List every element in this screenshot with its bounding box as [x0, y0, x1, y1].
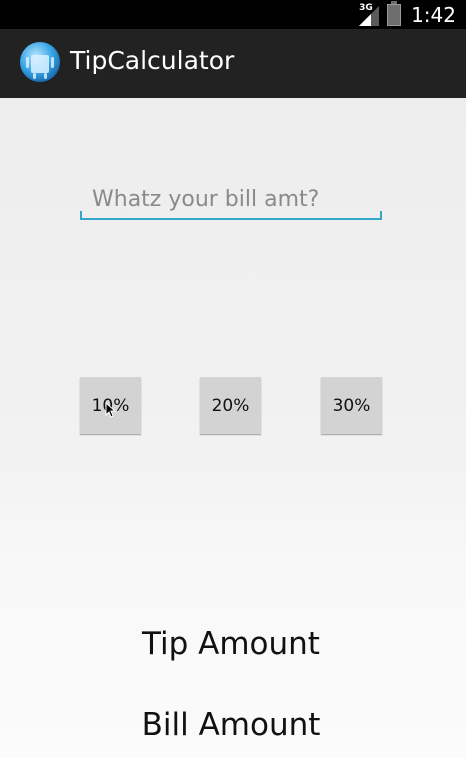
input-edge-right: [380, 211, 382, 220]
bill-amount-label: Bill Amount: [141, 707, 321, 743]
action-bar: TipCalculator: [0, 29, 466, 98]
signal-icon: 3G: [357, 2, 381, 26]
tip-amount-label: Tip Amount: [142, 626, 320, 662]
android-app-icon[interactable]: [18, 40, 62, 84]
main-content: 10% 20% 30% Tip Amount Bill Amount: [0, 98, 466, 758]
battery-icon: [387, 0, 402, 26]
status-bar: 3G 1:42: [0, 0, 466, 29]
mouse-cursor-icon: [105, 402, 117, 418]
app-title: TipCalculator: [70, 46, 235, 75]
status-icons: 3G 1:42: [357, 0, 456, 29]
tip-30-button[interactable]: 30%: [321, 377, 382, 434]
status-clock: 1:42: [411, 2, 456, 27]
tip-20-button[interactable]: 20%: [200, 377, 261, 434]
bill-amount-input[interactable]: [80, 180, 382, 220]
network-type-label: 3G: [359, 2, 373, 13]
input-edge-left: [80, 211, 82, 220]
